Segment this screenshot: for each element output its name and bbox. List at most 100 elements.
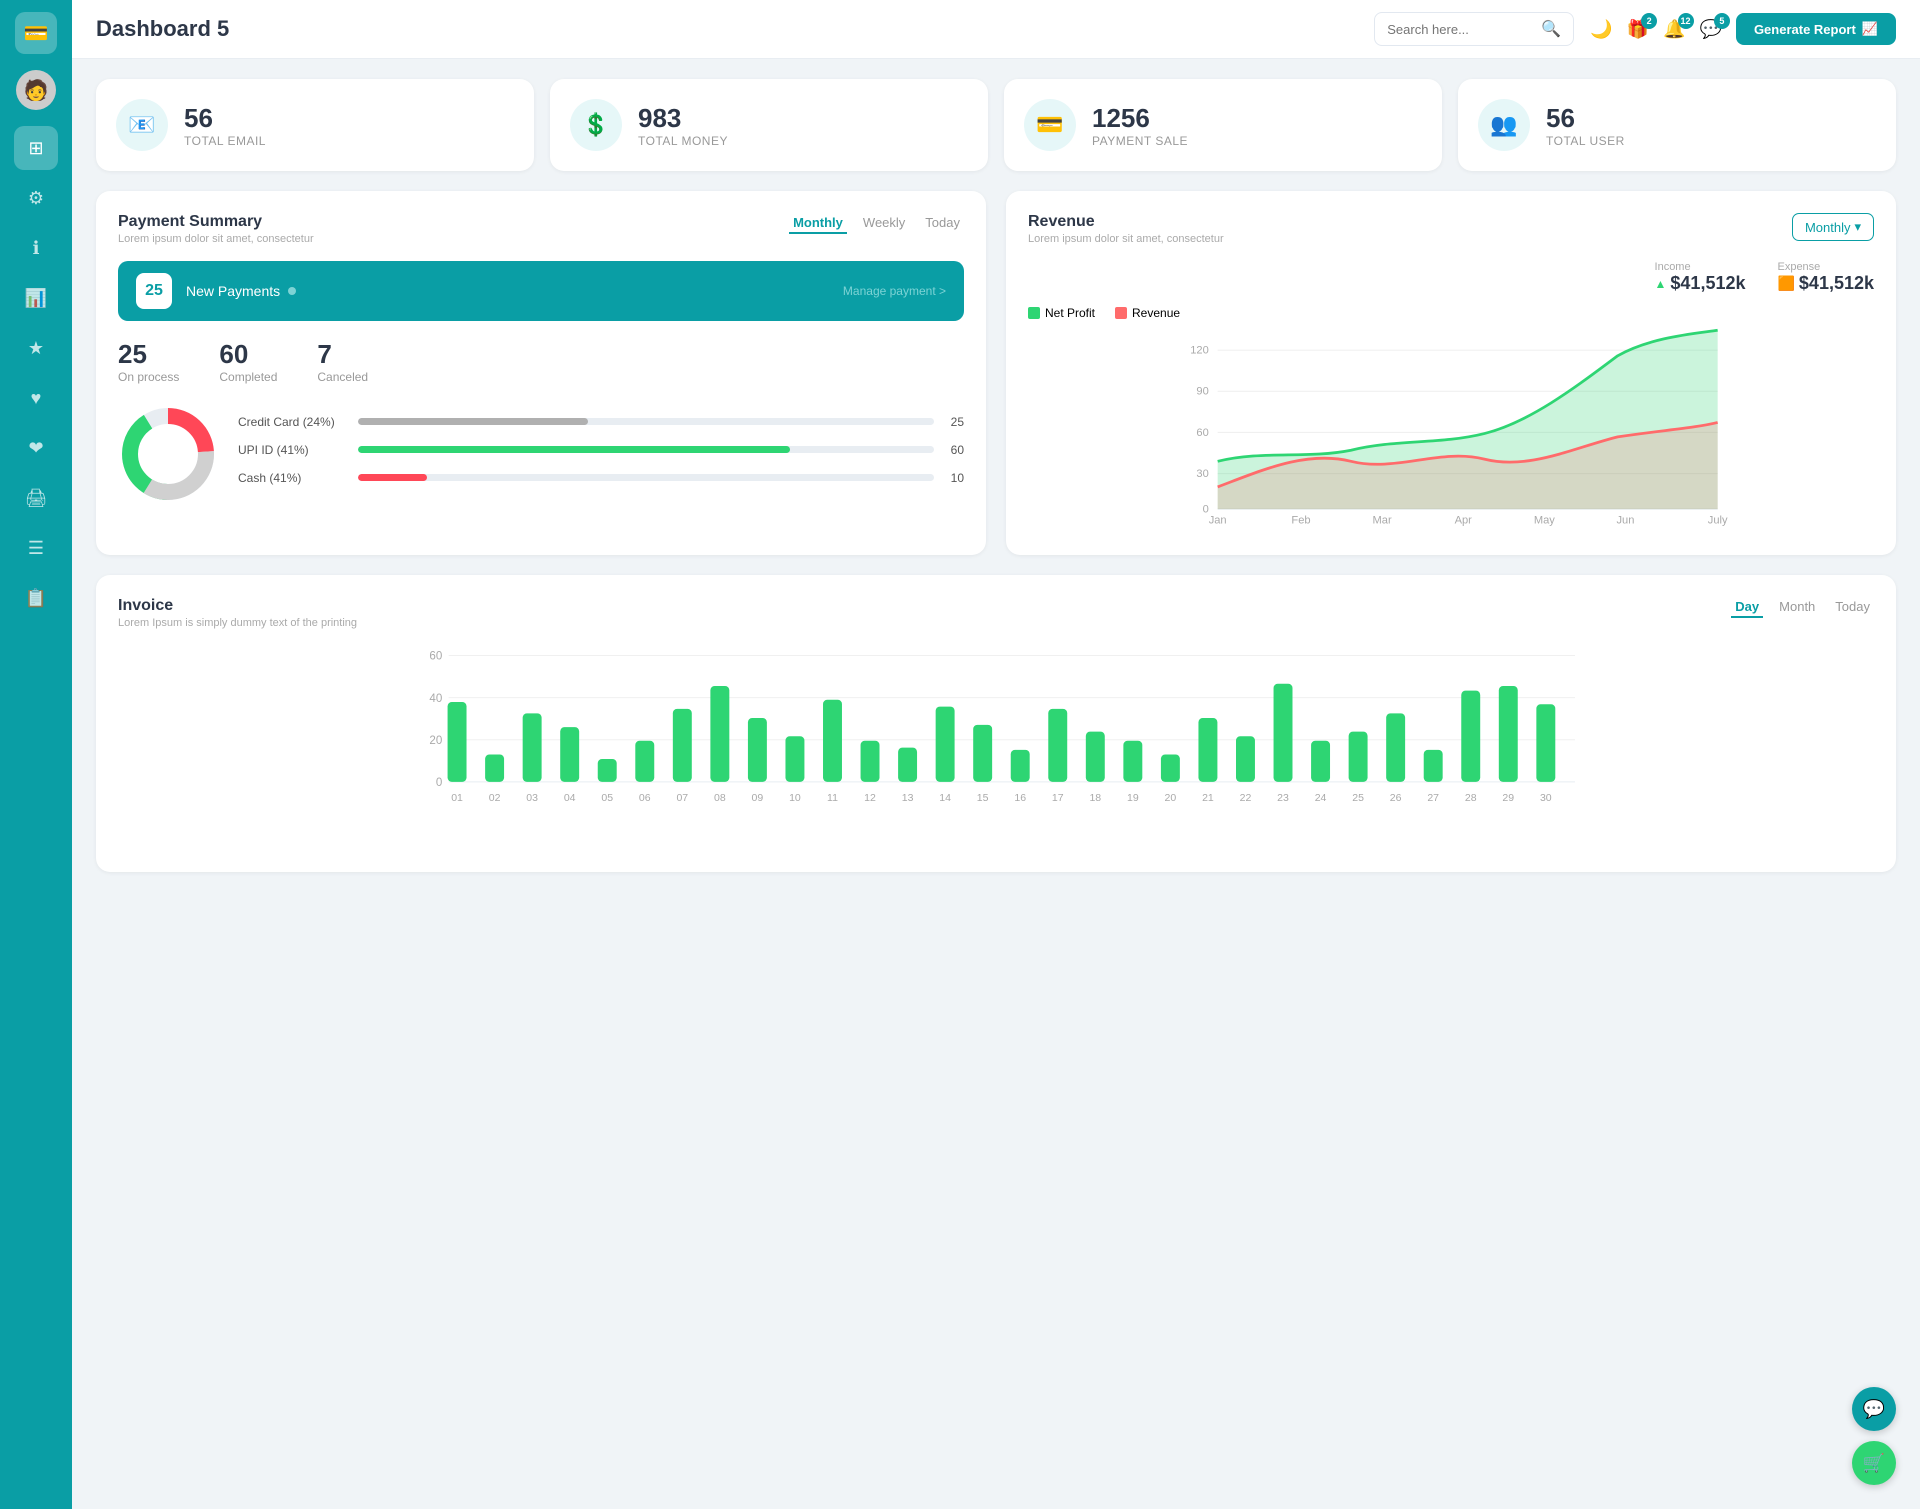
revenue-dropdown[interactable]: Monthly ▾ <box>1792 213 1874 241</box>
sidebar-item-heart1[interactable]: ♥ <box>14 376 58 420</box>
pbar-upi-label: UPI ID (41%) <box>238 443 348 457</box>
sidebar-item-list[interactable]: ☰ <box>14 526 58 570</box>
stat-card-payment: 💳 1256 PAYMENT SALE <box>1004 79 1442 171</box>
revenue-meta: Income ▲ $41,512k Expense 🟧 $41,512k <box>1028 261 1874 294</box>
revenue-legend: Net Profit Revenue <box>1028 306 1874 320</box>
sidebar-item-doc[interactable]: 📋 <box>14 576 58 620</box>
email-number: 56 <box>184 103 266 134</box>
invoice-bar <box>1236 736 1255 782</box>
chevron-down-icon: ▾ <box>1854 219 1861 235</box>
search-box[interactable]: 🔍 <box>1374 12 1574 46</box>
stat-info-email: 56 TOTAL EMAIL <box>184 103 266 148</box>
canceled-number: 7 <box>317 339 368 370</box>
svg-text:17: 17 <box>1052 792 1064 804</box>
payment-icon: 💳 <box>1024 99 1076 151</box>
stat-cards-row: 📧 56 TOTAL EMAIL 💲 983 TOTAL MONEY 💳 125… <box>96 79 1896 171</box>
pbar-cash-label: Cash (41%) <box>238 471 348 485</box>
svg-text:21: 21 <box>1202 792 1214 804</box>
svg-text:05: 05 <box>601 792 613 804</box>
tab-monthly[interactable]: Monthly <box>789 213 847 234</box>
svg-text:19: 19 <box>1127 792 1139 804</box>
manage-payment-link[interactable]: Manage payment > <box>843 284 946 298</box>
invoice-bar <box>1198 718 1217 782</box>
fab-cart[interactable]: 🛒 <box>1852 1441 1896 1485</box>
stat-info-user: 56 TOTAL USER <box>1546 103 1625 148</box>
tab-invoice-today[interactable]: Today <box>1831 597 1874 618</box>
dark-mode-icon[interactable]: 🌙 <box>1590 19 1612 40</box>
completed-label: Completed <box>219 370 277 384</box>
pbar-creditcard-track <box>358 418 934 425</box>
sidebar-avatar[interactable]: 🧑 <box>16 70 56 110</box>
invoice-bar <box>1311 741 1330 782</box>
on-process-number: 25 <box>118 339 179 370</box>
invoice-bar <box>673 709 692 782</box>
net-profit-label: Net Profit <box>1045 306 1095 320</box>
chat-icon-badge[interactable]: 💬 5 <box>1700 19 1722 40</box>
pbar-cash: Cash (41%) 10 <box>238 471 964 485</box>
money-icon: 💲 <box>570 99 622 151</box>
invoice-bar <box>1386 713 1405 781</box>
sidebar: 💳 🧑 ⊞ ⚙ ℹ 📊 ★ ♥ ❤ 🖨 ☰ 📋 <box>0 0 72 1509</box>
middle-row: Payment Summary Lorem ipsum dolor sit am… <box>96 191 1896 555</box>
generate-report-button[interactable]: Generate Report 📈 <box>1736 13 1896 45</box>
svg-text:24: 24 <box>1315 792 1327 804</box>
payment-bottom: Credit Card (24%) 25 UPI ID (41%) 60 <box>118 404 964 509</box>
sidebar-item-info[interactable]: ℹ <box>14 226 58 270</box>
svg-text:Mar: Mar <box>1373 515 1392 527</box>
header-icons: 🌙 🎁 2 🔔 12 💬 5 Generate Report 📈 <box>1590 13 1896 45</box>
sidebar-item-dashboard[interactable]: ⊞ <box>14 126 58 170</box>
payment-summary-header: Payment Summary Lorem ipsum dolor sit am… <box>118 213 964 245</box>
payment-summary-subtitle: Lorem ipsum dolor sit amet, consectetur <box>118 233 314 245</box>
sidebar-item-chart[interactable]: 📊 <box>14 276 58 320</box>
income-label: Income <box>1655 261 1746 273</box>
bell-icon-badge[interactable]: 🔔 12 <box>1663 19 1685 40</box>
revenue-legend-icon <box>1115 307 1127 319</box>
user-label: TOTAL USER <box>1546 134 1625 148</box>
legend-revenue: Revenue <box>1115 306 1180 320</box>
tab-invoice-month[interactable]: Month <box>1775 597 1819 618</box>
fab-wrap: 💬 🛒 <box>1852 1387 1896 1485</box>
sidebar-item-heart2[interactable]: ❤ <box>14 426 58 470</box>
stat-info-payment: 1256 PAYMENT SALE <box>1092 103 1188 148</box>
pbar-creditcard-fill <box>358 418 588 425</box>
svg-text:15: 15 <box>977 792 989 804</box>
revenue-area-chart: 120 90 60 30 0 Jan Feb Mar Apr Ma <box>1028 328 1874 528</box>
search-input[interactable] <box>1387 22 1533 37</box>
invoice-tabs: Day Month Today <box>1731 597 1874 618</box>
pbar-cash-val: 10 <box>944 471 964 485</box>
net-profit-legend-icon <box>1028 307 1040 319</box>
sidebar-item-settings[interactable]: ⚙ <box>14 176 58 220</box>
revenue-area <box>1218 422 1718 509</box>
svg-text:29: 29 <box>1502 792 1514 804</box>
expense-label: Expense <box>1777 261 1874 273</box>
fab-support[interactable]: 💬 <box>1852 1387 1896 1431</box>
payment-label: PAYMENT SALE <box>1092 134 1188 148</box>
svg-text:20: 20 <box>429 735 442 747</box>
sidebar-item-print[interactable]: 🖨 <box>14 476 58 520</box>
gift-icon-badge[interactable]: 🎁 2 <box>1627 19 1649 40</box>
svg-text:July: July <box>1708 515 1728 527</box>
tab-weekly[interactable]: Weekly <box>859 213 909 234</box>
revenue-dropdown-label: Monthly <box>1805 220 1851 235</box>
invoice-bar <box>1123 741 1142 782</box>
invoice-bar <box>1011 750 1030 782</box>
invoice-bar <box>710 686 729 782</box>
invoice-title: Invoice <box>118 597 357 615</box>
svg-text:Jun: Jun <box>1616 515 1634 527</box>
invoice-bar <box>1424 750 1443 782</box>
main-content: Dashboard 5 🔍 🌙 🎁 2 🔔 12 💬 5 Generate Re… <box>72 0 1920 1509</box>
tab-today[interactable]: Today <box>921 213 964 234</box>
sidebar-item-star[interactable]: ★ <box>14 326 58 370</box>
invoice-bar <box>973 725 992 782</box>
payment-tabs: Monthly Weekly Today <box>789 213 964 234</box>
invoice-bar <box>1499 686 1518 782</box>
svg-text:Apr: Apr <box>1455 515 1473 527</box>
sidebar-logo[interactable]: 💳 <box>15 12 57 54</box>
legend-net-profit: Net Profit <box>1028 306 1095 320</box>
stat-card-user: 👥 56 TOTAL USER <box>1458 79 1896 171</box>
invoice-bar <box>1349 732 1368 782</box>
tab-invoice-day[interactable]: Day <box>1731 597 1763 618</box>
invoice-bar <box>823 700 842 782</box>
expense-value: 🟧 $41,512k <box>1777 273 1874 294</box>
completed-stat: 60 Completed <box>219 339 277 384</box>
